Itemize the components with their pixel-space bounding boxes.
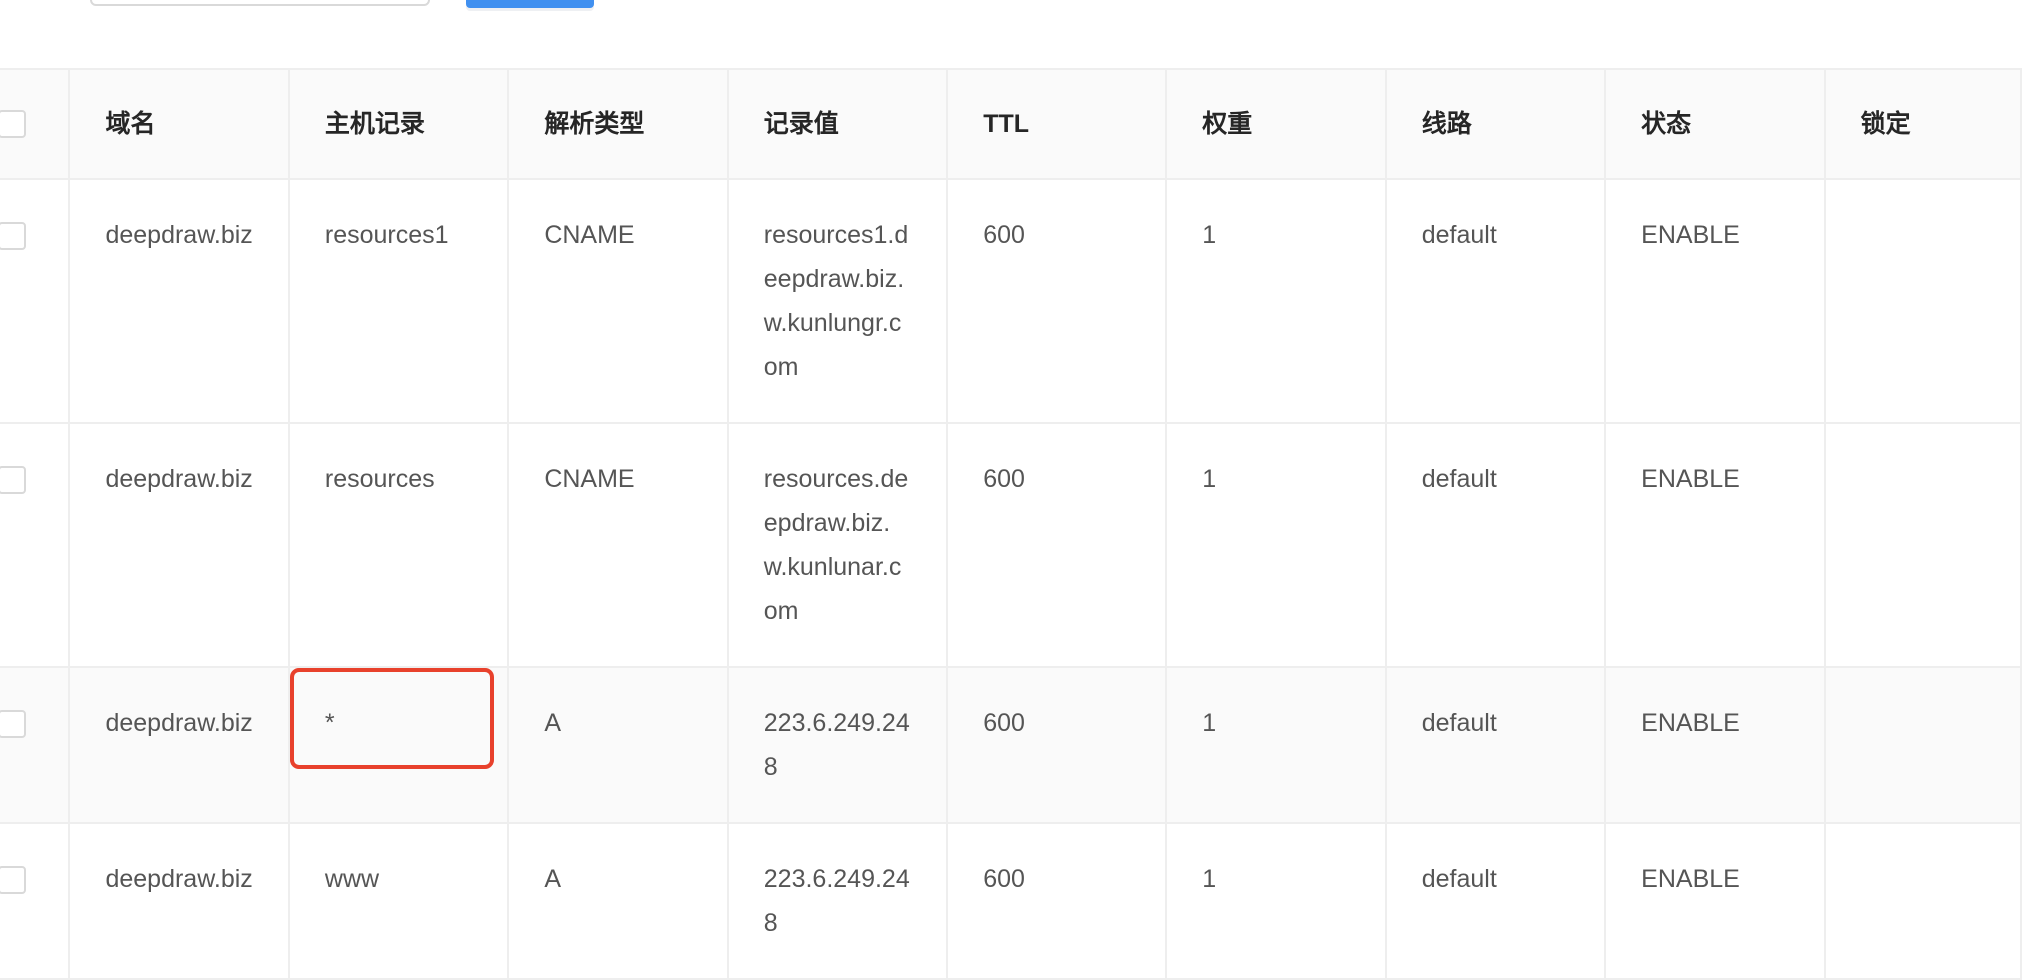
search-input[interactable] — [90, 0, 430, 6]
host-value: resources — [324, 465, 435, 493]
type-value: CNAME — [544, 465, 635, 493]
domain-value: deepdraw.biz — [105, 709, 253, 737]
cell-status: ENABLE — [1604, 822, 1826, 980]
row-checkbox[interactable] — [0, 866, 26, 894]
row-checkbox[interactable] — [0, 222, 26, 250]
cell-lock — [1823, 178, 2023, 424]
domain-value: deepdraw.biz — [105, 865, 253, 893]
weight-value: 1 — [1202, 865, 1217, 893]
host-value: www — [324, 865, 380, 893]
cell-weight: 1 — [1165, 422, 1387, 668]
cell-weight: 1 — [1165, 178, 1387, 424]
line-value: default — [1421, 709, 1497, 737]
row-select-cell — [0, 822, 71, 980]
ttl-value: 600 — [983, 221, 1025, 249]
ttl-value: 600 — [983, 865, 1025, 893]
header-domain: 域名 — [68, 68, 290, 180]
domain-value: deepdraw.biz — [105, 465, 253, 493]
table-row[interactable]: deepdraw.biz resources1 CNAME resources1.de… — [0, 178, 2023, 424]
type-value: A — [544, 709, 562, 737]
row-select-cell — [0, 666, 71, 824]
domain-value: deepdraw.biz — [105, 221, 253, 249]
cell-lock — [1823, 666, 2023, 824]
cell-weight: 1 — [1165, 822, 1387, 980]
cell-status: ENABLE — [1604, 666, 1826, 824]
cell-line: default — [1384, 666, 1607, 824]
row-checkbox[interactable] — [0, 466, 26, 494]
cell-value: 223.6.249.248 — [726, 666, 949, 824]
cell-type: CNAME — [507, 422, 729, 668]
status-value: ENABLE — [1641, 221, 1740, 249]
cell-ttl: 600 — [946, 822, 1168, 980]
cell-value: resources.deepdraw.biz.w.kunlunar.com — [726, 422, 949, 668]
cell-host: resources — [287, 422, 510, 668]
cell-weight: 1 — [1165, 666, 1387, 824]
cell-status: ENABLE — [1604, 422, 1826, 668]
header-weight: 权重 — [1165, 68, 1387, 180]
cell-domain: deepdraw.biz — [68, 666, 290, 824]
row-select-cell — [0, 178, 71, 424]
weight-value: 1 — [1202, 221, 1217, 249]
header-lock: 锁定 — [1823, 68, 2023, 180]
type-value: A — [544, 865, 562, 893]
ttl-value: 600 — [983, 465, 1025, 493]
cell-ttl: 600 — [946, 422, 1168, 668]
row-checkbox[interactable] — [0, 710, 26, 738]
header-record-value: 记录值 — [726, 68, 949, 180]
table-row[interactable]: deepdraw.biz * A 223.6.249.248 600 1 default EN… — [0, 666, 2023, 824]
table-row[interactable]: deepdraw.biz resources CNAME resources.deep… — [0, 422, 2023, 668]
cell-type: A — [507, 822, 729, 980]
cell-lock — [1823, 822, 2023, 980]
cell-ttl: 600 — [946, 178, 1168, 424]
value-value: 223.6.249.248 — [763, 709, 910, 781]
host-value: resources1 — [324, 221, 449, 249]
header-host-record: 主机记录 — [287, 68, 510, 180]
header-record-type: 解析类型 — [507, 68, 729, 180]
cell-type: CNAME — [507, 178, 729, 424]
table-header-row: 域名 主机记录 解析类型 记录值 TTL 权重 线路 状态 锁定 — [0, 68, 2023, 180]
search-button[interactable] — [466, 0, 594, 8]
cell-lock — [1823, 422, 2023, 668]
cell-line: default — [1384, 822, 1607, 980]
cell-host: www — [287, 822, 510, 980]
status-value: ENABLE — [1641, 465, 1740, 493]
line-value: default — [1421, 221, 1497, 249]
header-ttl: TTL — [946, 68, 1168, 180]
cell-type: A — [507, 666, 729, 824]
line-value: default — [1421, 865, 1497, 893]
cell-value: resources1.deepdraw.biz.w.kunlungr.com — [726, 178, 949, 424]
cell-status: ENABLE — [1604, 178, 1826, 424]
header-status: 状态 — [1604, 68, 1826, 180]
type-value: CNAME — [544, 221, 635, 249]
cell-domain: deepdraw.biz — [68, 422, 290, 668]
line-value: default — [1421, 465, 1497, 493]
select-all-checkbox[interactable] — [0, 110, 26, 138]
cell-host: * — [287, 666, 510, 824]
ttl-value: 600 — [983, 709, 1025, 737]
value-value: resources.deepdraw.biz.w.kunlunar.com — [763, 465, 909, 625]
row-select-cell — [0, 422, 71, 668]
cell-value: 223.6.249.248 — [726, 822, 949, 980]
cell-ttl: 600 — [946, 666, 1168, 824]
weight-value: 1 — [1202, 465, 1217, 493]
dns-records-table: 域名 主机记录 解析类型 记录值 TTL 权重 线路 状态 锁定 deepdra… — [0, 68, 2023, 980]
status-value: ENABLE — [1641, 865, 1740, 893]
select-all-cell — [0, 68, 71, 180]
cell-line: default — [1384, 422, 1607, 668]
cell-line: default — [1384, 178, 1607, 424]
value-value: 223.6.249.248 — [763, 865, 910, 937]
annotation-highlight-box — [289, 668, 494, 769]
cell-host: resources1 — [287, 178, 510, 424]
cell-domain: deepdraw.biz — [68, 178, 290, 424]
weight-value: 1 — [1202, 709, 1217, 737]
table-row[interactable]: deepdraw.biz www A 223.6.249.248 600 1 default… — [0, 822, 2023, 980]
status-value: ENABLE — [1641, 709, 1740, 737]
header-line: 线路 — [1384, 68, 1607, 180]
cell-domain: deepdraw.biz — [68, 822, 290, 980]
value-value: resources1.deepdraw.biz.w.kunlungr.com — [763, 221, 909, 381]
